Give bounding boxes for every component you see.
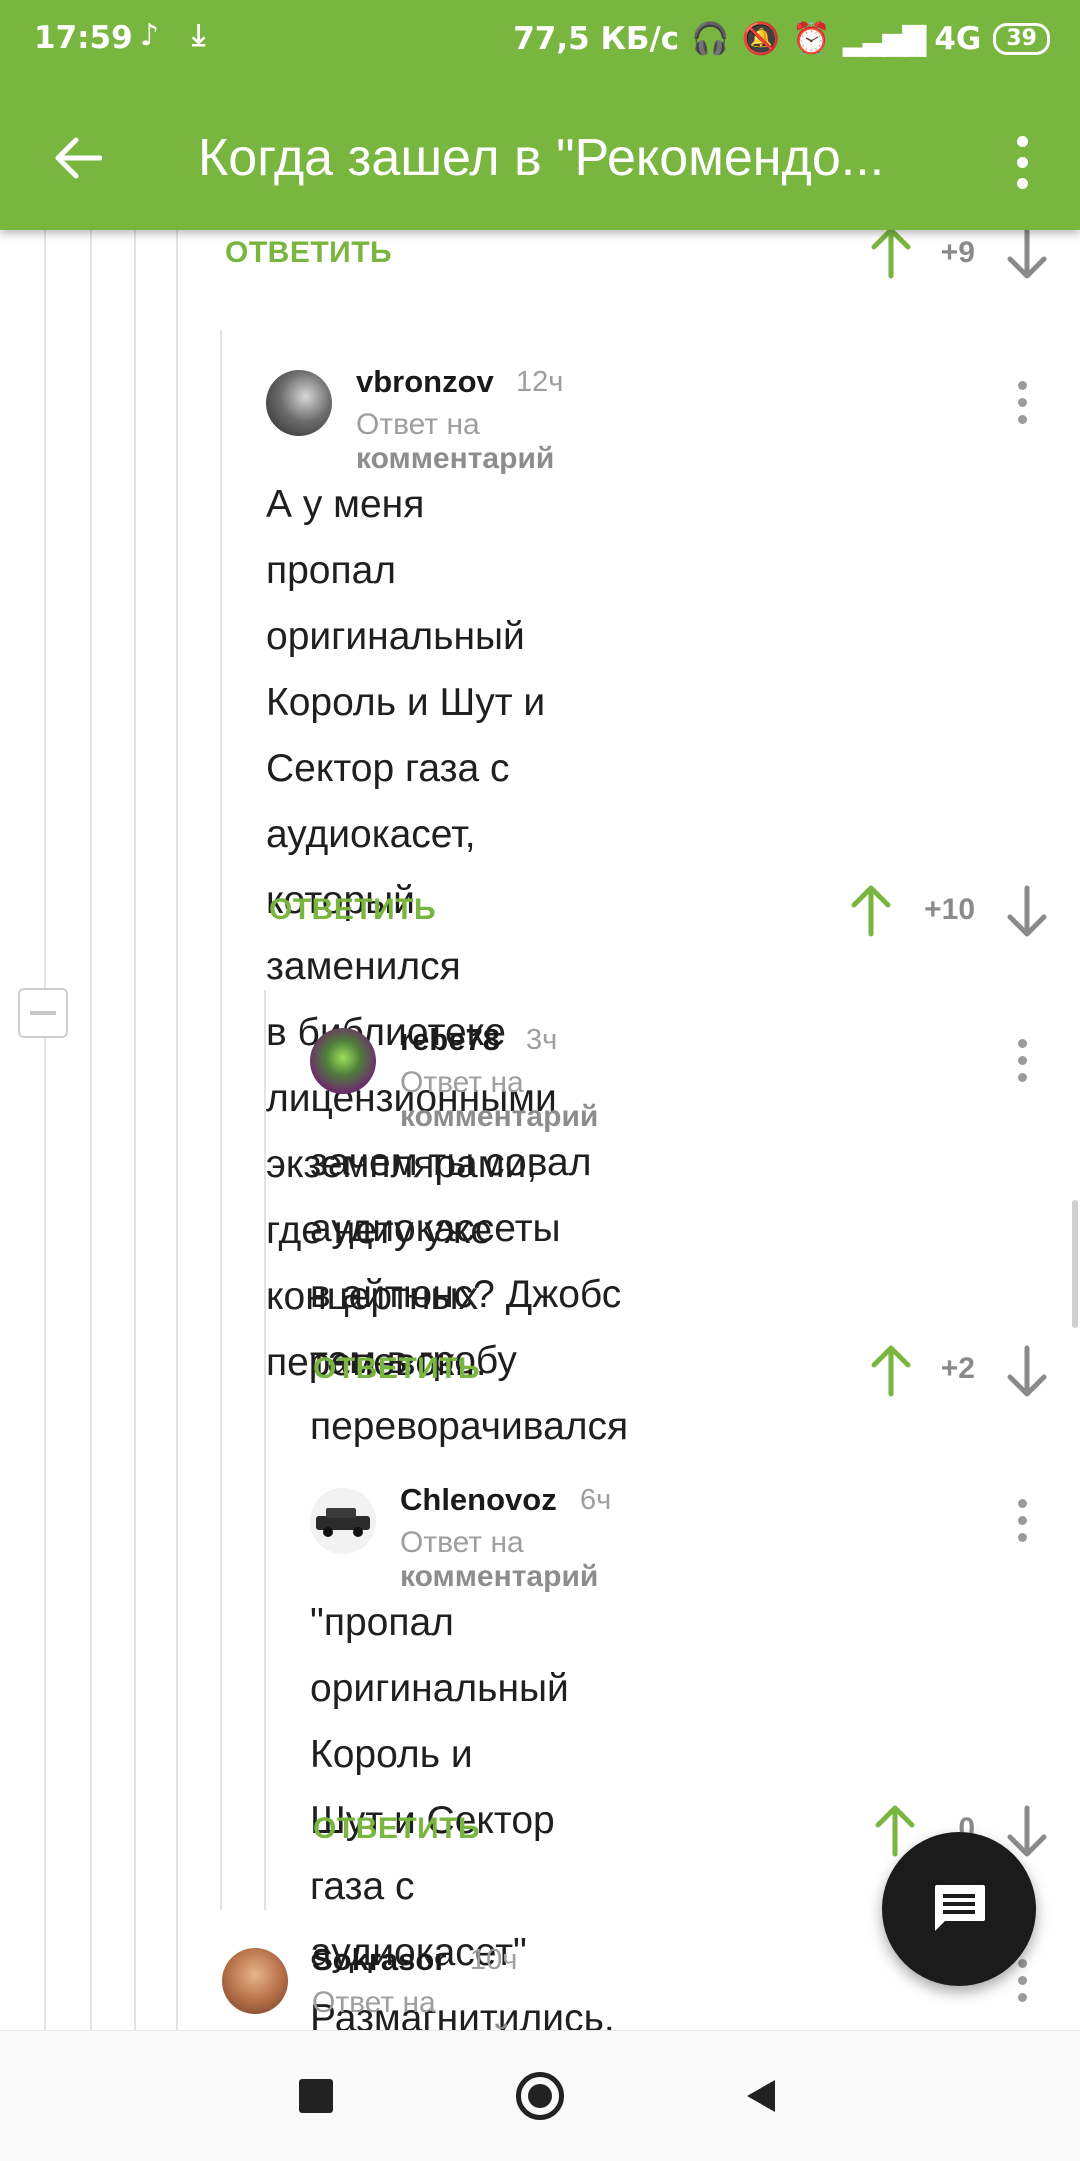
back-button[interactable] xyxy=(38,118,118,198)
thread-line xyxy=(220,330,222,1910)
arrow-down-icon[interactable] xyxy=(1002,226,1052,282)
network-speed: 77,5 КБ/с xyxy=(513,20,680,57)
comment-icon xyxy=(935,1885,985,1931)
battery-indicator: 39 xyxy=(993,22,1050,55)
comment-author[interactable]: Chlenovoz xyxy=(400,1482,557,1518)
alarm-icon: ⏰ xyxy=(792,21,831,57)
overflow-menu-button[interactable] xyxy=(994,122,1050,202)
triangle-back-icon xyxy=(747,2080,775,2112)
download-icon: ⤓ xyxy=(192,18,206,53)
avatar[interactable] xyxy=(310,1488,376,1554)
collapse-thread-button[interactable] xyxy=(18,988,68,1038)
reply-button[interactable]: ОТВЕТИТЬ xyxy=(313,1352,480,1386)
back-nav-button[interactable] xyxy=(726,2061,796,2131)
vote-score: +9 xyxy=(940,236,975,269)
reply-button[interactable]: ОТВЕТИТЬ xyxy=(269,893,436,927)
write-comment-button[interactable] xyxy=(882,1832,1036,1986)
scrollbar[interactable] xyxy=(1072,1200,1078,1328)
thread-line xyxy=(90,230,92,2030)
thread-line xyxy=(44,230,46,2030)
more-vertical-icon xyxy=(1017,380,1027,390)
music-icon: ♪ xyxy=(140,18,160,53)
page-title: Когда зашел в "Рекомендо... xyxy=(198,129,885,187)
comment-menu-button[interactable] xyxy=(1002,1490,1042,1550)
reply-to-label: Ответ на комментарий xyxy=(356,408,555,475)
arrow-down-icon[interactable] xyxy=(1002,884,1052,940)
avatar[interactable] xyxy=(310,1028,376,1094)
comment-menu-button[interactable] xyxy=(1002,372,1042,432)
reply-to-link[interactable]: комментарий xyxy=(356,442,554,475)
reply-to-link[interactable]: комментарий xyxy=(400,1560,598,1593)
reply-button[interactable]: ОТВЕТИТЬ xyxy=(313,1812,480,1846)
comment-time: 10ч xyxy=(470,1944,518,1976)
comment-author[interactable]: Sokrasor xyxy=(312,1942,446,1978)
vote-score: +10 xyxy=(924,893,975,926)
reply-to-label: Ответ на комментарий xyxy=(400,1066,599,1133)
reply-button[interactable]: ОТВЕТИТЬ xyxy=(225,236,392,270)
recents-button[interactable] xyxy=(281,2061,351,2131)
square-icon xyxy=(299,2079,333,2113)
comment-author[interactable]: rebe78 xyxy=(400,1022,500,1058)
reply-to-label: Ответ на комментарий xyxy=(400,1526,599,1593)
car-icon xyxy=(316,1508,370,1537)
comment-author[interactable]: vbronzov xyxy=(356,364,494,400)
thread-line xyxy=(134,230,136,2030)
home-button[interactable] xyxy=(505,2061,575,2131)
comment-time: 12ч xyxy=(516,366,564,398)
signal-icon: ▂▃▅▇ xyxy=(842,20,926,57)
circle-icon xyxy=(516,2072,564,2120)
status-time: 17:59 xyxy=(34,20,133,56)
vote-score: +2 xyxy=(940,1352,975,1385)
more-vertical-icon xyxy=(1017,1498,1027,1508)
comment-time: 6ч xyxy=(580,1484,612,1516)
arrow-up-icon[interactable] xyxy=(846,882,896,938)
thread-line xyxy=(176,230,178,2030)
comment-menu-button[interactable] xyxy=(1002,1030,1042,1090)
headphones-icon: 🎧 xyxy=(691,21,730,57)
reply-to-link[interactable]: комментарий xyxy=(400,1100,598,1133)
avatar[interactable] xyxy=(222,1948,288,2014)
status-bar: 17:59 ♪ ⤓ 77,5 КБ/с 🎧 🔕 ⏰ ▂▃▅▇ 4G 39 xyxy=(0,0,1080,80)
system-nav-bar xyxy=(0,2030,1080,2161)
arrow-down-icon[interactable] xyxy=(1002,1344,1052,1400)
mute-icon: 🔕 xyxy=(741,21,781,57)
more-vertical-icon xyxy=(1017,1038,1027,1048)
avatar[interactable] xyxy=(266,370,332,436)
arrow-left-icon xyxy=(55,137,102,179)
toolbar: Когда зашел в "Рекомендо... xyxy=(0,80,1080,230)
network-type: 4G xyxy=(934,20,982,57)
status-right: 77,5 КБ/с 🎧 🔕 ⏰ ▂▃▅▇ 4G 39 xyxy=(513,20,1050,57)
more-vertical-icon xyxy=(1017,1958,1027,1968)
app-header: 17:59 ♪ ⤓ 77,5 КБ/с 🎧 🔕 ⏰ ▂▃▅▇ 4G 39 Ког… xyxy=(0,0,1080,230)
comment-time: 3ч xyxy=(526,1024,558,1056)
comment-text: зачем ты совал аудиокассеты в айтюнс? Джо… xyxy=(310,1141,629,1448)
more-vertical-icon xyxy=(1016,135,1028,147)
